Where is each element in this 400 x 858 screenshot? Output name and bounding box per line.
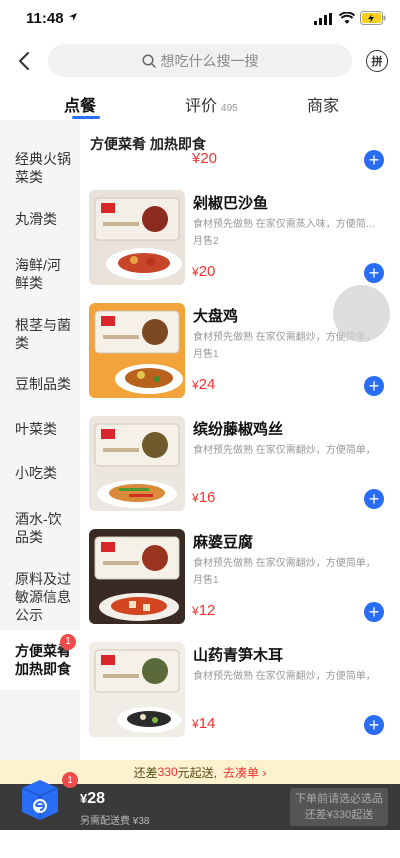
section-title: 方便菜肴 加热即食 [90, 136, 206, 152]
price-value: 12 [198, 602, 216, 619]
product-item[interactable]: 麻婆豆腐 食材预先做熟 在家仅需翻炒，方便简单， 月售1 ¥12 + [80, 529, 400, 644]
item-name: 缤纷藤椒鸡丝 [193, 421, 284, 438]
header: 想吃什么搜一搜 拼 [0, 40, 400, 82]
category-sidebar: 经典火锅菜类 丸滑类 海鲜/河鲜类 根茎与菌类 豆制品类 叶菜类 小吃类 酒水-… [0, 120, 80, 760]
search-icon [141, 53, 156, 68]
tab-active-indicator [72, 116, 100, 119]
notice-prefix: 还差 [133, 765, 158, 780]
category-greens[interactable]: 叶菜类 [0, 420, 80, 438]
category-soy[interactable]: 豆制品类 [0, 375, 80, 393]
add-more-link[interactable]: 去凑单 › [223, 764, 266, 781]
category-roots-mushrooms[interactable]: 根茎与菌类 [0, 316, 80, 352]
price-value: 24 [198, 376, 216, 393]
status-time: 11:48 [26, 10, 64, 27]
product-item[interactable]: 山药青笋木耳 食材预先做熟 在家仅需翻炒，方便简单， ¥14 + [80, 642, 400, 757]
item-description: 食材预先做熟 在家仅需翻炒，方便简单， [193, 671, 376, 682]
item-monthly-sales: 月售2 [193, 236, 219, 247]
item-description: 食材预先做熟 在家仅需翻炒，方便简单， [193, 558, 376, 569]
cart-total-value: 28 [87, 790, 106, 807]
battery-charging-icon [360, 11, 386, 25]
item-name: 大盘鸡 [193, 308, 239, 325]
add-to-cart-button[interactable]: + [364, 489, 384, 509]
tab-order[interactable]: 点餐 [64, 92, 96, 116]
wifi-icon [339, 12, 355, 24]
cart-box-icon[interactable] [16, 774, 64, 822]
category-badge: 1 [60, 634, 76, 650]
product-image [89, 642, 185, 737]
category-seafood[interactable]: 海鲜/河鲜类 [0, 256, 80, 292]
tab-reviews-label: 评价 [185, 98, 218, 115]
item-name: 剁椒巴沙鱼 [193, 195, 269, 212]
item-price: ¥20 [192, 263, 215, 280]
item-monthly-sales: 月售1 [193, 575, 219, 586]
price-value: 14 [198, 715, 216, 732]
category-snacks[interactable]: 小吃类 [0, 464, 80, 482]
floating-assistive-button[interactable] [333, 285, 390, 342]
item-description: 食材预先做熟 在家仅需翻炒，方便简单， [193, 445, 376, 456]
add-to-cart-button[interactable]: + [364, 263, 384, 283]
notice-suffix: 元起送, [177, 765, 218, 780]
currency-symbol: ¥ [192, 604, 199, 618]
checkout-line-1: 下单前请选必选品 [295, 793, 383, 805]
category-hotpot[interactable]: 经典火锅菜类 [0, 150, 80, 186]
cart-bar: 1 ¥28 另需配送费 ¥38 下单前请选必选品 还差¥330起送 [0, 772, 400, 858]
item-description: 食材预先做熟 在家仅需蒸入味，方便简单， [193, 219, 383, 230]
item-price: ¥14 [192, 715, 215, 732]
add-to-cart-button[interactable]: + [364, 150, 384, 170]
tab-bar: 点餐 评价 495 商家 [0, 88, 400, 119]
product-image [89, 529, 185, 624]
currency-symbol: ¥ [192, 378, 199, 392]
item-name: 山药青笋木耳 [193, 647, 284, 664]
add-to-cart-button[interactable]: + [364, 376, 384, 396]
location-arrow-icon [69, 13, 77, 21]
group-order-button[interactable]: 拼 [366, 50, 388, 72]
product-item[interactable]: 缤纷藤椒鸡丝 食材预先做熟 在家仅需翻炒，方便简单， ¥16 + [80, 416, 400, 531]
product-list: ¥20 + 方便菜肴 加热即食 剁椒巴沙鱼 食材预先做熟 在家仅需蒸入味，方便简… [80, 120, 400, 760]
category-ready-meals[interactable]: 方便菜肴加热即食 1 [0, 630, 80, 690]
currency-symbol: ¥ [192, 265, 199, 279]
checkout-button[interactable]: 下单前请选必选品 还差¥330起送 [290, 788, 388, 826]
add-to-cart-button[interactable]: + [364, 602, 384, 622]
tab-reviews-count: 495 [221, 103, 238, 114]
signal-icon [314, 13, 332, 25]
item-price: ¥12 [192, 602, 215, 619]
notice-amount: 330 [157, 765, 178, 779]
category-allergen-info[interactable]: 原料及过敏源信息公示 [0, 570, 80, 624]
cart-total: ¥28 [80, 790, 105, 808]
add-to-cart-button[interactable]: + [364, 715, 384, 735]
currency-symbol: ¥ [192, 491, 199, 505]
tab-reviews[interactable]: 评价 495 [185, 92, 238, 116]
item-monthly-sales: 月售1 [193, 349, 219, 360]
currency-symbol: ¥ [192, 717, 199, 731]
status-bar: 11:48 [0, 0, 400, 40]
search-placeholder: 想吃什么搜一搜 [160, 52, 259, 69]
category-drinks[interactable]: 酒水-饮品类 [0, 510, 80, 546]
price-value: 20 [198, 263, 216, 280]
back-chevron-icon[interactable] [14, 50, 36, 72]
product-image [89, 303, 185, 398]
item-price: ¥16 [192, 489, 215, 506]
tab-merchant[interactable]: 商家 [307, 92, 339, 116]
price-value: 16 [198, 489, 216, 506]
product-image [89, 416, 185, 511]
item-price: ¥24 [192, 376, 215, 393]
cart-count-badge: 1 [62, 772, 78, 788]
category-balls[interactable]: 丸滑类 [0, 210, 80, 228]
product-image [89, 190, 185, 285]
search-input[interactable]: 想吃什么搜一搜 [48, 44, 352, 77]
item-name: 麻婆豆腐 [193, 534, 254, 551]
delivery-fee: 另需配送费 ¥38 [80, 816, 150, 827]
checkout-line-2: 还差¥330起送 [304, 809, 374, 821]
